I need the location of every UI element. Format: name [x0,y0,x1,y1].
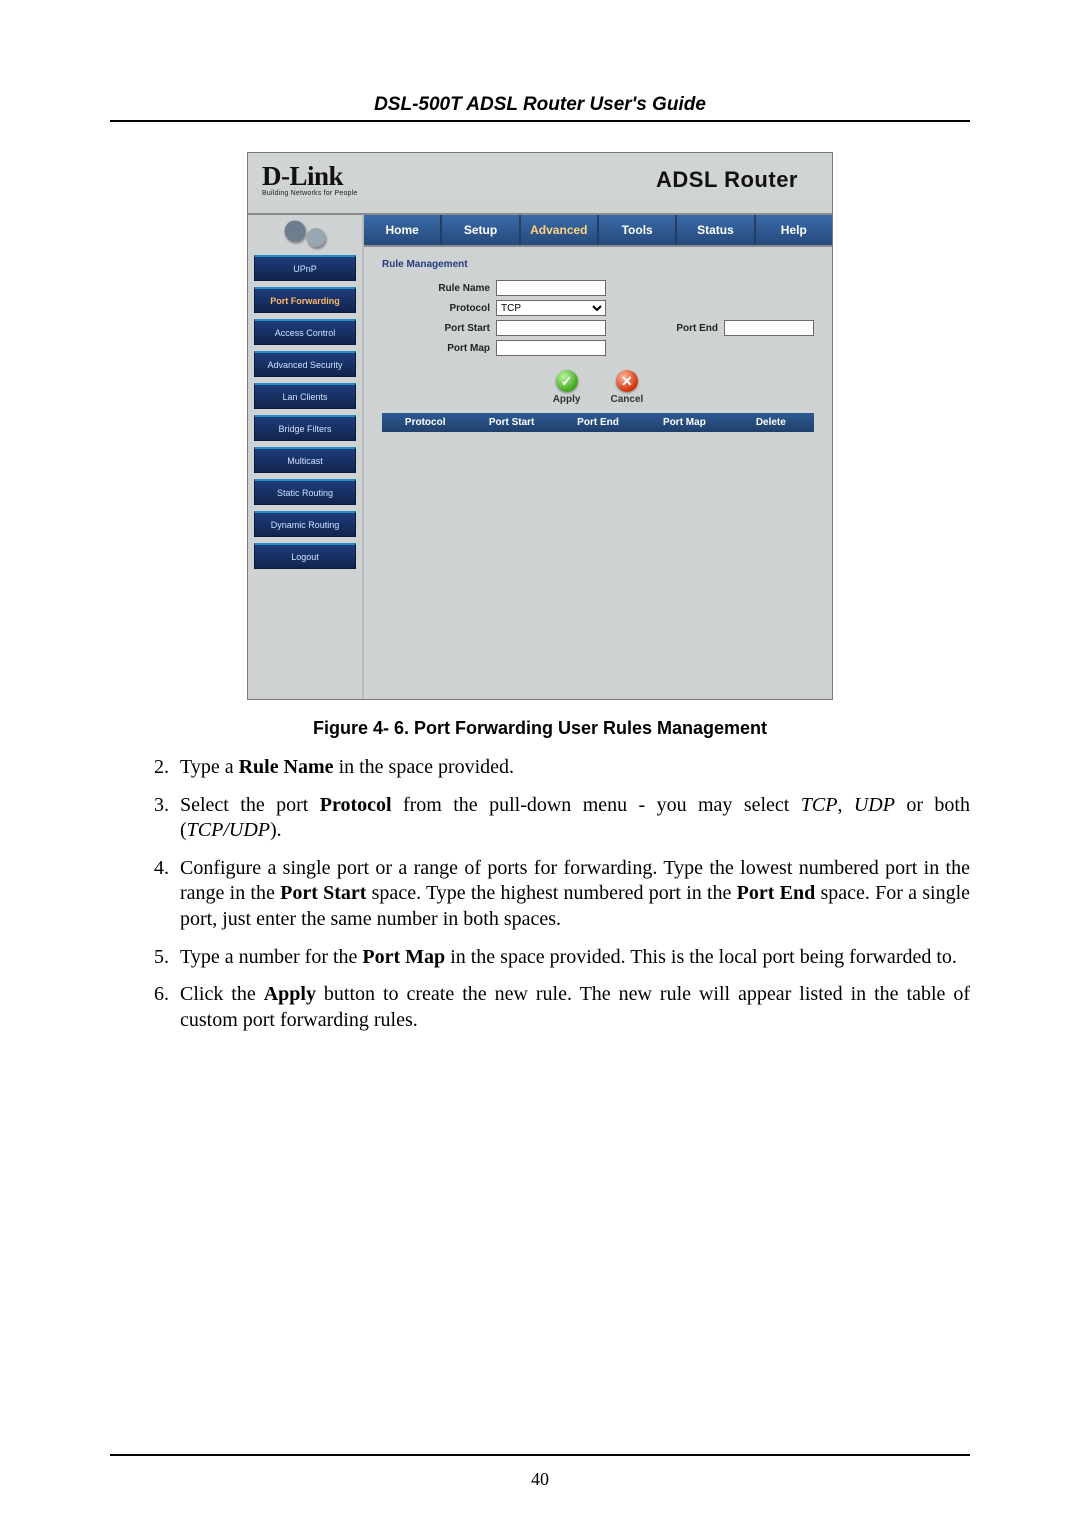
label-port-start: Port Start [410,323,490,334]
col-port-start: Port Start [468,417,554,428]
tab-help[interactable]: Help [756,215,832,245]
sidebar-item-lan-clients[interactable]: Lan Clients [254,383,356,409]
sidebar-item-static-routing[interactable]: Static Routing [254,479,356,505]
apply-label: Apply [553,394,581,405]
label-rule-name: Rule Name [410,283,490,294]
tab-advanced[interactable]: Advanced [521,215,599,245]
sidebar: UPnP Port Forwarding Access Control Adva… [248,215,364,699]
x-icon: ✕ [616,370,638,392]
tab-setup[interactable]: Setup [442,215,520,245]
tab-tools[interactable]: Tools [599,215,677,245]
panel-title: Rule Management [382,259,814,270]
port-end-input[interactable] [724,320,814,336]
step-4: Configure a single port or a range of po… [174,856,970,933]
brand-tagline: Building Networks for People [262,190,357,197]
port-map-input[interactable] [496,340,606,356]
figure-caption: Figure 4- 6. Port Forwarding User Rules … [110,718,970,739]
sidebar-item-upnp[interactable]: UPnP [254,255,356,281]
cancel-button[interactable]: ✕ Cancel [610,370,643,405]
sidebar-item-multicast[interactable]: Multicast [254,447,356,473]
header-rule [110,120,970,122]
tab-home[interactable]: Home [364,215,442,245]
connector-icon [280,219,330,249]
port-start-input[interactable] [496,320,606,336]
sidebar-item-bridge-filters[interactable]: Bridge Filters [254,415,356,441]
tab-status[interactable]: Status [677,215,755,245]
router-screenshot: D-Link Building Networks for People ADSL… [247,152,833,700]
step-5: Type a number for the Port Map in the sp… [174,945,970,971]
instruction-list: Type a Rule Name in the space provided. … [110,755,970,1033]
sidebar-item-dynamic-routing[interactable]: Dynamic Routing [254,511,356,537]
step-2: Type a Rule Name in the space provided. [174,755,970,781]
rule-name-input[interactable] [496,280,606,296]
router-title: ADSL Router [656,167,814,193]
col-port-map: Port Map [641,417,727,428]
tab-bar: Home Setup Advanced Tools Status Help [364,215,832,247]
check-icon: ✓ [556,370,578,392]
footer-rule [110,1454,970,1456]
col-port-end: Port End [555,417,641,428]
col-delete: Delete [728,417,814,428]
apply-button[interactable]: ✓ Apply [553,370,581,405]
rules-table-header: Protocol Port Start Port End Port Map De… [382,413,814,432]
page-number: 40 [0,1469,1080,1490]
label-port-map: Port Map [410,343,490,354]
protocol-select[interactable]: TCP [496,300,606,316]
col-protocol: Protocol [382,417,468,428]
label-port-end: Port End [658,323,718,334]
step-3: Select the port Protocol from the pull-d… [174,793,970,844]
label-protocol: Protocol [410,303,490,314]
step-6: Click the Apply button to create the new… [174,982,970,1033]
sidebar-item-advanced-security[interactable]: Advanced Security [254,351,356,377]
sidebar-item-access-control[interactable]: Access Control [254,319,356,345]
cancel-label: Cancel [610,394,643,405]
page-header-title: DSL-500T ADSL Router User's Guide [110,94,970,116]
router-header: D-Link Building Networks for People ADSL… [248,153,832,213]
sidebar-item-logout[interactable]: Logout [254,543,356,569]
sidebar-item-port-forwarding[interactable]: Port Forwarding [254,287,356,313]
brand-logo: D-Link [262,163,357,190]
